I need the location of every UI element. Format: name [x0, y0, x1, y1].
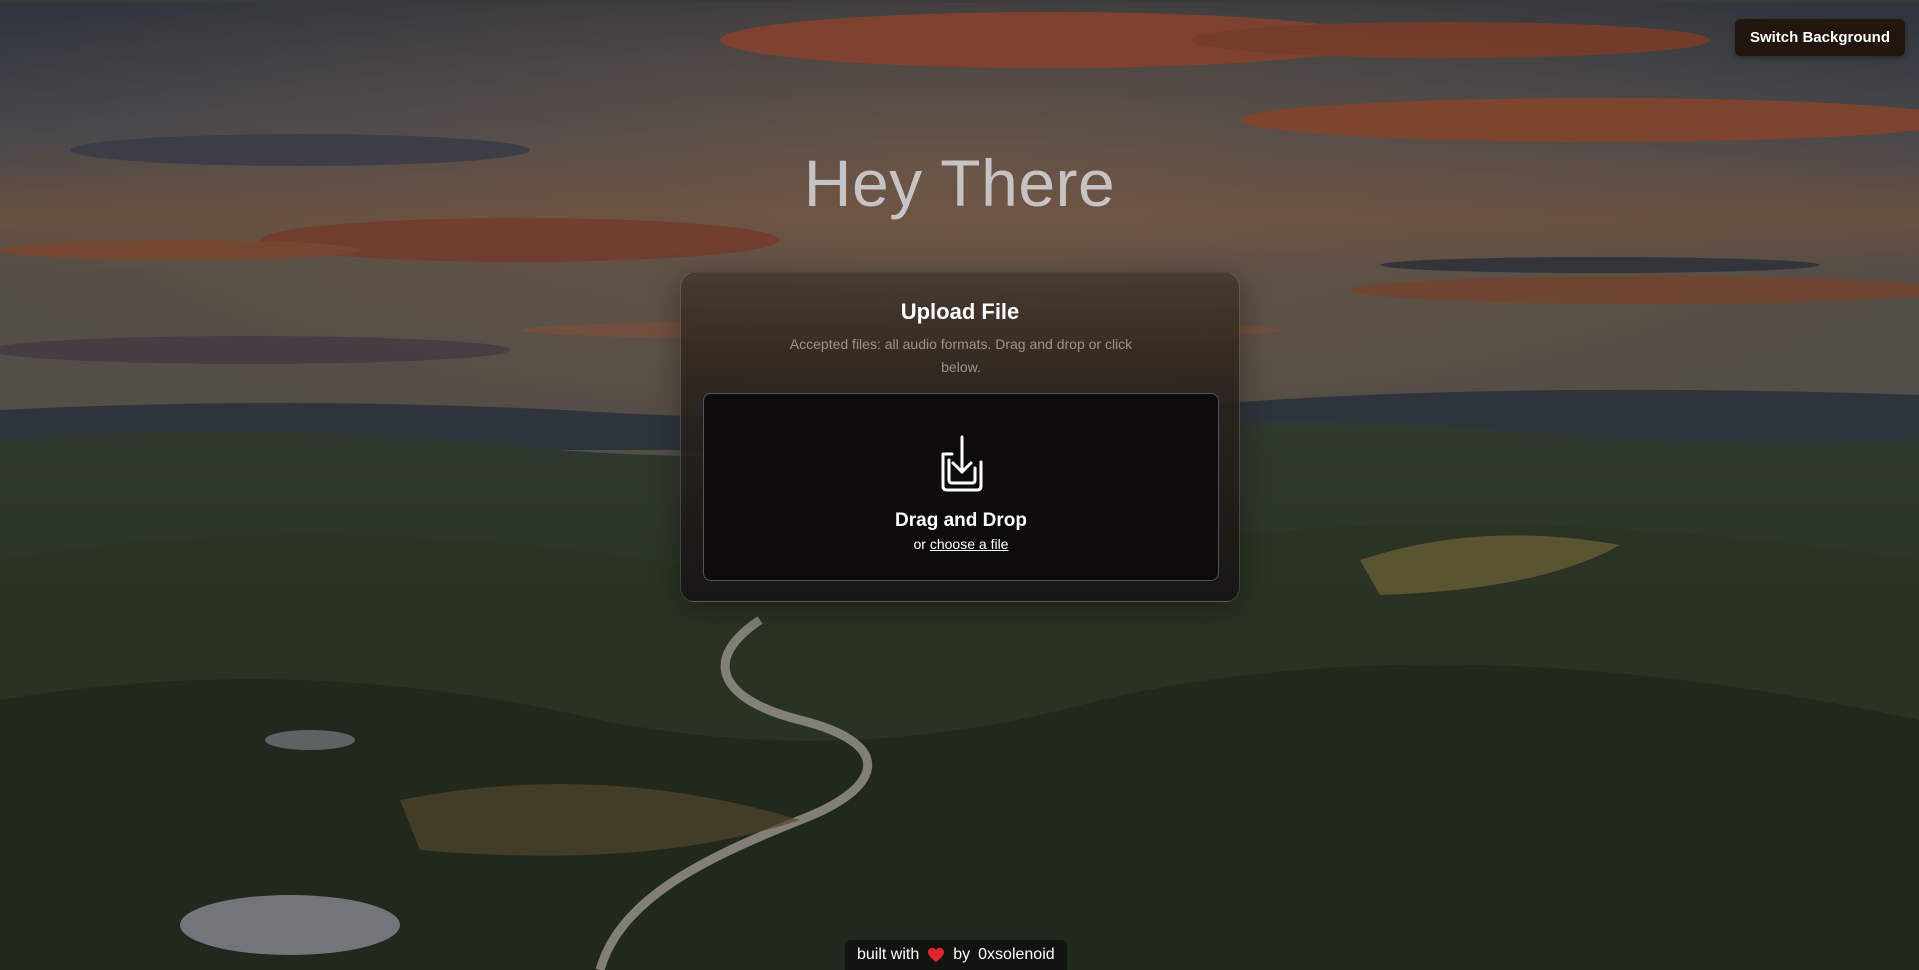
heart-icon	[928, 947, 945, 963]
choose-file-link[interactable]: choose a file	[930, 536, 1009, 552]
upload-title: Upload File	[900, 299, 1020, 324]
dropzone-subtitle: or choose a file	[704, 536, 1218, 552]
switch-background-button[interactable]: Switch Background	[1734, 19, 1905, 56]
footer-author[interactable]: 0xsolenoid	[978, 946, 1055, 964]
dropzone-title: Drag and Drop	[895, 510, 1027, 531]
upload-subtitle: Accepted files: all audio formats. Drag …	[789, 336, 1133, 375]
footer-credit: built with by 0xsolenoid	[845, 940, 1067, 970]
page-title: Hey There	[803, 146, 1116, 220]
footer-built-with: built with	[857, 946, 920, 963]
upload-card: Upload File Accepted files: all audio fo…	[680, 272, 1240, 602]
download-tray-icon	[941, 435, 983, 492]
dropzone-or-text: or	[913, 536, 926, 552]
file-dropzone[interactable]: Drag and Drop or choose a file	[703, 393, 1219, 581]
footer-by: by	[953, 946, 971, 963]
page: Switch Background Hey There Upload File …	[0, 0, 1919, 970]
top-strip	[0, 0, 1919, 3]
